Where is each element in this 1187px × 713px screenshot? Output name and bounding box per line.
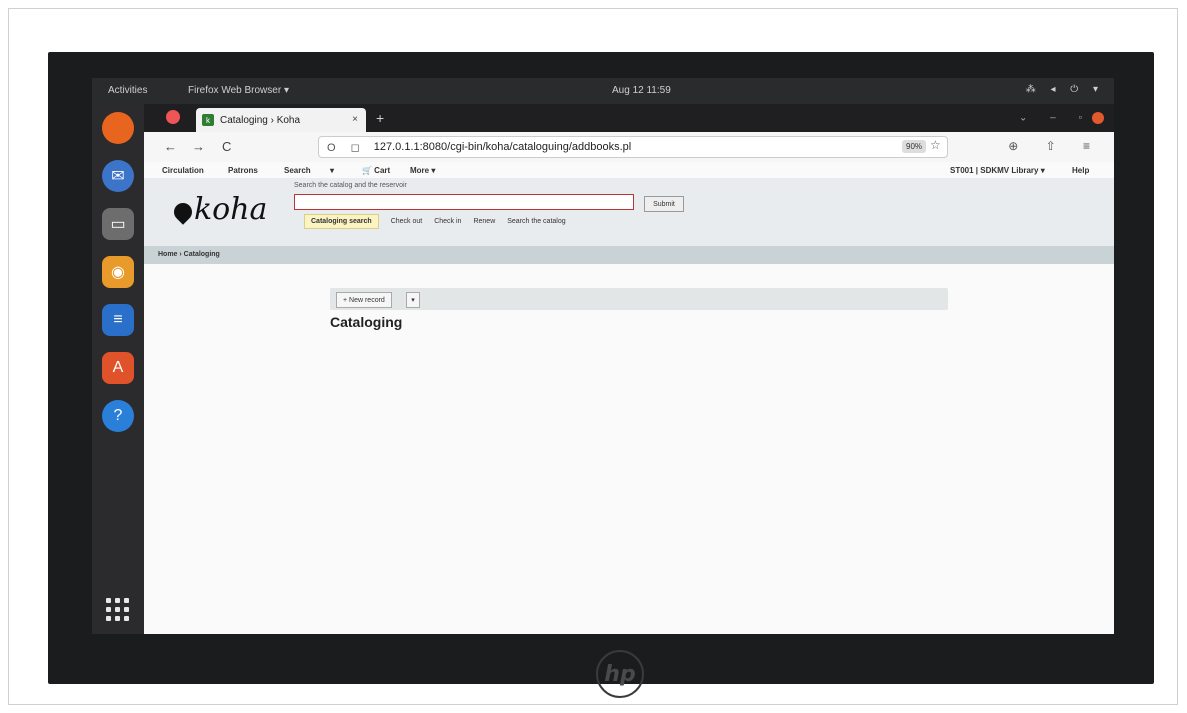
dock: ✉ ▭ ◉ ≡ A ?: [92, 104, 144, 634]
mail-icon[interactable]: ✉: [102, 160, 134, 192]
menu-search-caret[interactable]: ▾: [330, 166, 334, 175]
search-label: Search the catalog and the reservoir: [294, 182, 407, 189]
koha-logo-icon: [170, 199, 196, 225]
tab-strip: k Cataloging › Koha × + ⌄ – ▫: [144, 104, 1114, 132]
menu-patrons[interactable]: Patrons: [228, 166, 258, 175]
forward-button[interactable]: →: [192, 139, 205, 154]
back-button[interactable]: ←: [164, 139, 177, 154]
tab-search-catalog[interactable]: Search the catalog: [507, 218, 565, 225]
help-icon[interactable]: ?: [102, 400, 134, 432]
navigation-bar: ← → C O ◻ 127.0.1.1:8080/cgi-bin/koha/ca…: [144, 132, 1114, 163]
search-tabs: Cataloging search Check out Check in Ren…: [304, 214, 566, 229]
koha-page: Circulation Patrons Search ▾ 🛒 Cart More…: [144, 162, 1114, 634]
new-record-button[interactable]: + New record: [336, 292, 392, 308]
url-bar[interactable]: O ◻ 127.0.1.1:8080/cgi-bin/koha/catalogu…: [318, 136, 948, 158]
menu-cart[interactable]: 🛒 Cart: [362, 166, 390, 175]
menu-search[interactable]: Search: [284, 166, 311, 175]
catalog-search-input[interactable]: [294, 194, 634, 210]
new-record-dropdown[interactable]: ▾: [406, 292, 420, 308]
url-text: 127.0.1.1:8080/cgi-bin/koha/cataloguing/…: [373, 141, 632, 153]
zoom-badge[interactable]: 90%: [902, 140, 927, 153]
activities-button[interactable]: Activities: [108, 85, 147, 96]
tab-renew[interactable]: Renew: [473, 218, 495, 225]
hp-logo: hp: [596, 650, 644, 698]
window-controls-label: ⌄ – ▫: [1018, 112, 1092, 124]
clock[interactable]: Aug 12 11:59: [612, 85, 671, 96]
writer-icon[interactable]: ≡: [102, 304, 134, 336]
tab-cataloging[interactable]: k Cataloging › Koha ×: [196, 108, 366, 132]
app-menu[interactable]: Firefox Web Browser ▾: [188, 85, 289, 96]
tab-close-icon[interactable]: ×: [352, 114, 358, 125]
software-icon[interactable]: A: [102, 352, 134, 384]
help-link[interactable]: Help: [1072, 166, 1089, 175]
system-tray[interactable]: ⁂ ◂ ⏻ ▾: [1026, 84, 1104, 95]
bookmark-star-icon[interactable]: ☆: [930, 138, 941, 152]
cataloging-toolbar: + New record ▾: [330, 288, 948, 310]
rhythmbox-icon[interactable]: ◉: [102, 256, 134, 288]
screen: Activities Firefox Web Browser ▾ Aug 12 …: [92, 78, 1114, 634]
reload-button[interactable]: C: [222, 139, 231, 154]
site-info-icon[interactable]: O ◻: [327, 141, 366, 154]
firefox-window: k Cataloging › Koha × + ⌄ – ▫ ← → C O ◻ …: [144, 104, 1114, 634]
breadcrumb-text[interactable]: Home › Cataloging: [158, 251, 220, 258]
koha-logo[interactable]: koha: [170, 192, 268, 227]
tab-check-in[interactable]: Check in: [434, 218, 461, 225]
user-menu[interactable]: ST001 | SDKMV Library ▾: [950, 166, 1045, 175]
files-icon[interactable]: ▭: [102, 208, 134, 240]
breadcrumb: Home › Cataloging: [144, 246, 1114, 264]
menu-circulation[interactable]: Circulation: [162, 166, 204, 175]
show-apps-icon[interactable]: [106, 598, 130, 622]
tab-check-out[interactable]: Check out: [391, 218, 423, 225]
close-window-icon[interactable]: [1092, 112, 1104, 124]
app-menu-label: Firefox Web Browser ▾: [188, 85, 289, 96]
submit-button[interactable]: Submit: [644, 196, 684, 212]
page-title: Cataloging: [330, 314, 403, 330]
koha-logo-text: koha: [194, 192, 268, 227]
window-controls[interactable]: ⌄ – ▫: [1019, 112, 1104, 124]
gnome-top-bar: Activities Firefox Web Browser ▾ Aug 12 …: [92, 78, 1114, 104]
tab-title: Cataloging › Koha: [220, 114, 301, 126]
koha-header: koha Search the catalog and the reservoi…: [144, 178, 1114, 246]
koha-favicon-icon: k: [202, 114, 214, 126]
menu-more[interactable]: More ▾: [410, 166, 435, 175]
toolbar-icons[interactable]: ⊕ ⇧ ≡: [1008, 139, 1102, 153]
firefox-view-icon[interactable]: [166, 110, 180, 124]
firefox-icon[interactable]: [102, 112, 134, 144]
new-tab-button[interactable]: +: [376, 110, 384, 126]
tab-cataloging-search[interactable]: Cataloging search: [304, 214, 379, 229]
koha-main-menu: Circulation Patrons Search ▾ 🛒 Cart More…: [144, 162, 1114, 178]
